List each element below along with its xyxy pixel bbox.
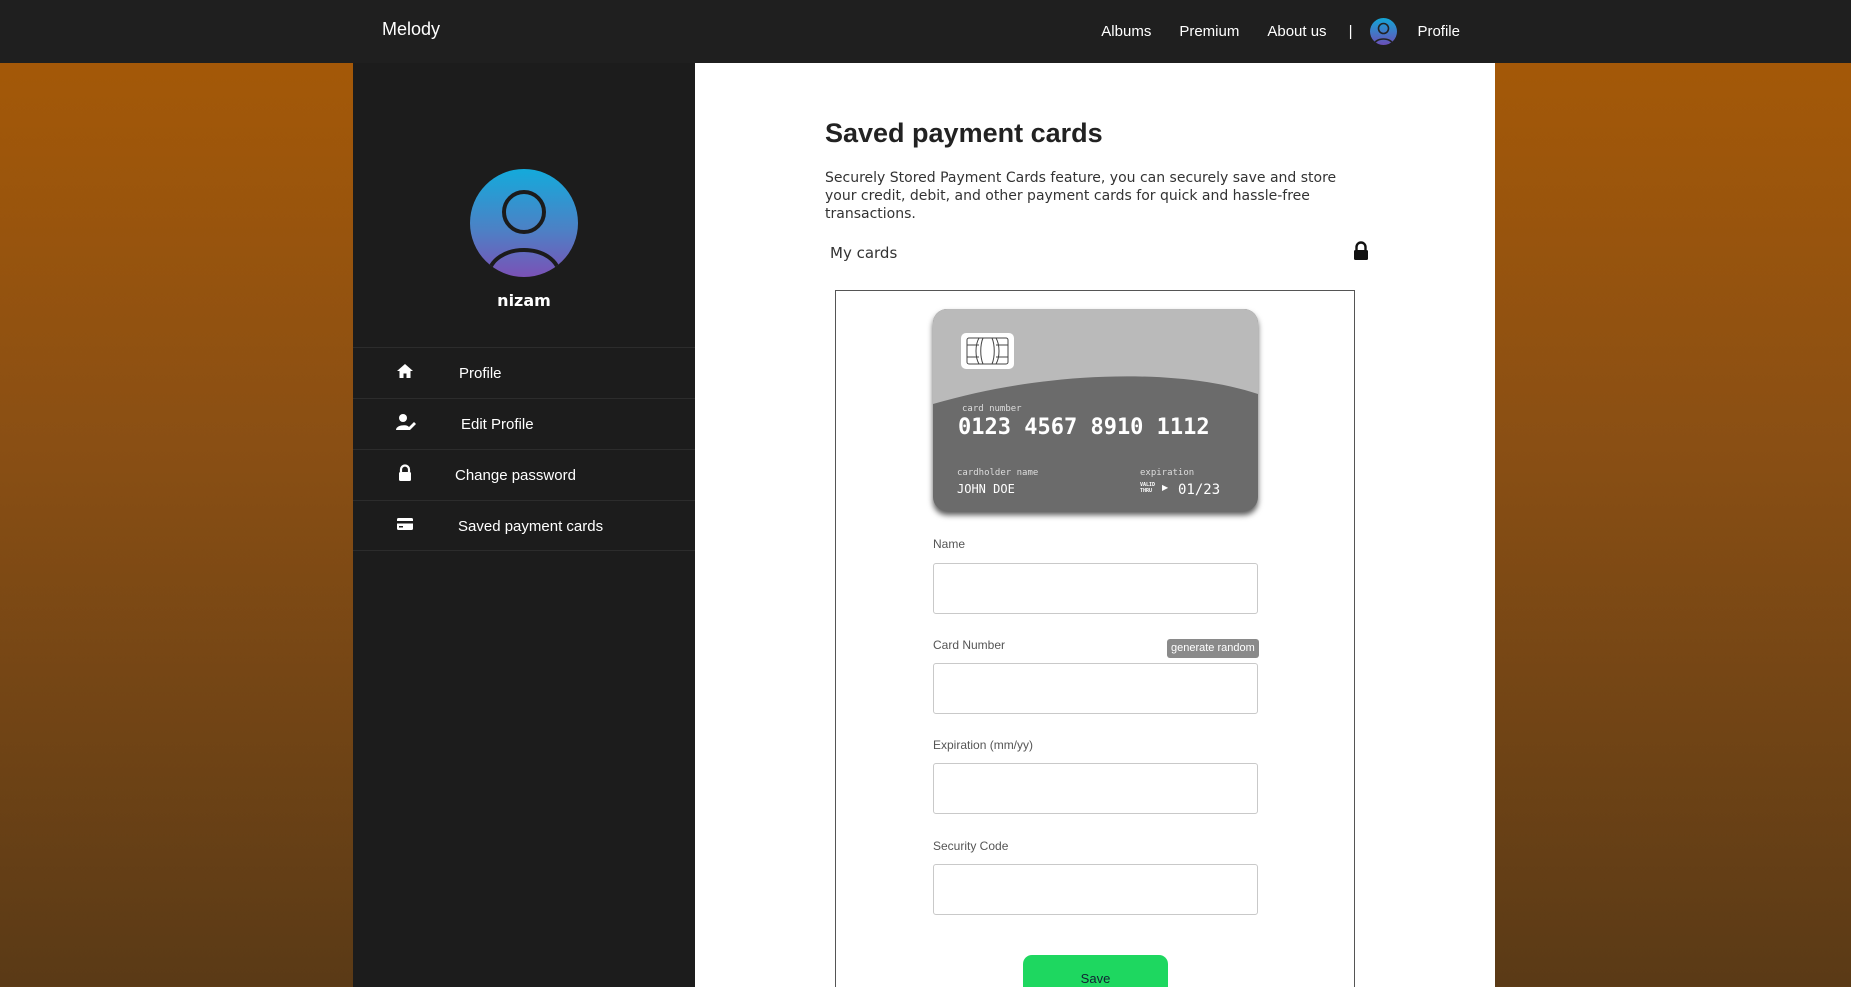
sidebar-item-profile[interactable]: Profile (353, 347, 695, 398)
lock-icon (1352, 241, 1370, 261)
chip-icon (961, 333, 1014, 369)
user-avatar-icon (470, 169, 578, 277)
card-number-label: Card Number (933, 638, 1006, 652)
play-arrow-icon: ▶ (1162, 483, 1169, 492)
user-edit-icon (396, 413, 416, 431)
generate-random-button[interactable]: generate random (1167, 639, 1259, 658)
cardholder-display: JOHN DOE (957, 482, 1015, 496)
expiration-caption: expiration (1140, 468, 1195, 478)
card-number-display: 0123 4567 8910 1112 (958, 415, 1210, 440)
my-cards-header[interactable]: My cards (825, 241, 1370, 269)
sidebar-item-saved-cards[interactable]: Saved payment cards (353, 500, 695, 551)
valid-thru-line-2: THRU (1140, 488, 1153, 494)
sidebar: nizam Profile Edit Profile Change passwo… (353, 63, 695, 987)
credit-card-preview: card number 0123 4567 8910 1112 cardhold… (933, 309, 1258, 511)
name-input[interactable] (933, 563, 1258, 614)
page-title: Saved payment cards (825, 118, 1103, 148)
card-form-box: card number 0123 4567 8910 1112 cardhold… (835, 290, 1355, 987)
nav-links: Albums Premium About us | Profile (1073, 0, 1460, 63)
expiration-input[interactable] (933, 763, 1258, 814)
security-code-label: Security Code (933, 839, 1009, 853)
sidebar-item-label: Change password (455, 467, 576, 484)
expiration-display: 01/23 (1178, 482, 1221, 498)
home-icon (396, 362, 414, 380)
expiration-label: Expiration (mm/yy) (933, 738, 1034, 752)
sidebar-item-label: Saved payment cards (458, 518, 604, 535)
credit-card-icon (396, 515, 414, 533)
security-code-input[interactable] (933, 864, 1258, 915)
brand-logo[interactable]: Melody (382, 19, 440, 40)
sidebar-item-label: Profile (459, 365, 502, 382)
top-navbar: Melody Albums Premium About us | Profile (0, 0, 1851, 63)
nav-link-about[interactable]: About us (1267, 23, 1326, 40)
cardholder-caption: cardholder name (957, 468, 1039, 478)
nav-avatar-icon[interactable] (1370, 18, 1398, 45)
name-label: Name (933, 537, 966, 551)
sidebar-item-change-password[interactable]: Change password (353, 449, 695, 500)
card-number-caption: card number (962, 404, 1022, 414)
save-button[interactable]: Save (1023, 955, 1168, 987)
page-description: Securely Stored Payment Cards feature, y… (825, 170, 1337, 222)
nav-separator: | (1348, 23, 1353, 40)
valid-thru-label: VALID THRU (1140, 482, 1155, 494)
nav-link-premium[interactable]: Premium (1179, 23, 1239, 40)
sidebar-username: nizam (497, 291, 551, 310)
sidebar-menu: Profile Edit Profile Change password Sav… (353, 347, 695, 551)
nav-link-profile[interactable]: Profile (1417, 23, 1460, 40)
main-content: Saved payment cards Securely Stored Paym… (695, 63, 1495, 987)
sidebar-item-edit-profile[interactable]: Edit Profile (353, 398, 695, 449)
my-cards-label: My cards (830, 244, 898, 262)
lock-icon (396, 464, 414, 482)
nav-link-albums[interactable]: Albums (1101, 23, 1151, 40)
card-number-input[interactable] (933, 663, 1258, 714)
sidebar-item-label: Edit Profile (461, 416, 534, 433)
